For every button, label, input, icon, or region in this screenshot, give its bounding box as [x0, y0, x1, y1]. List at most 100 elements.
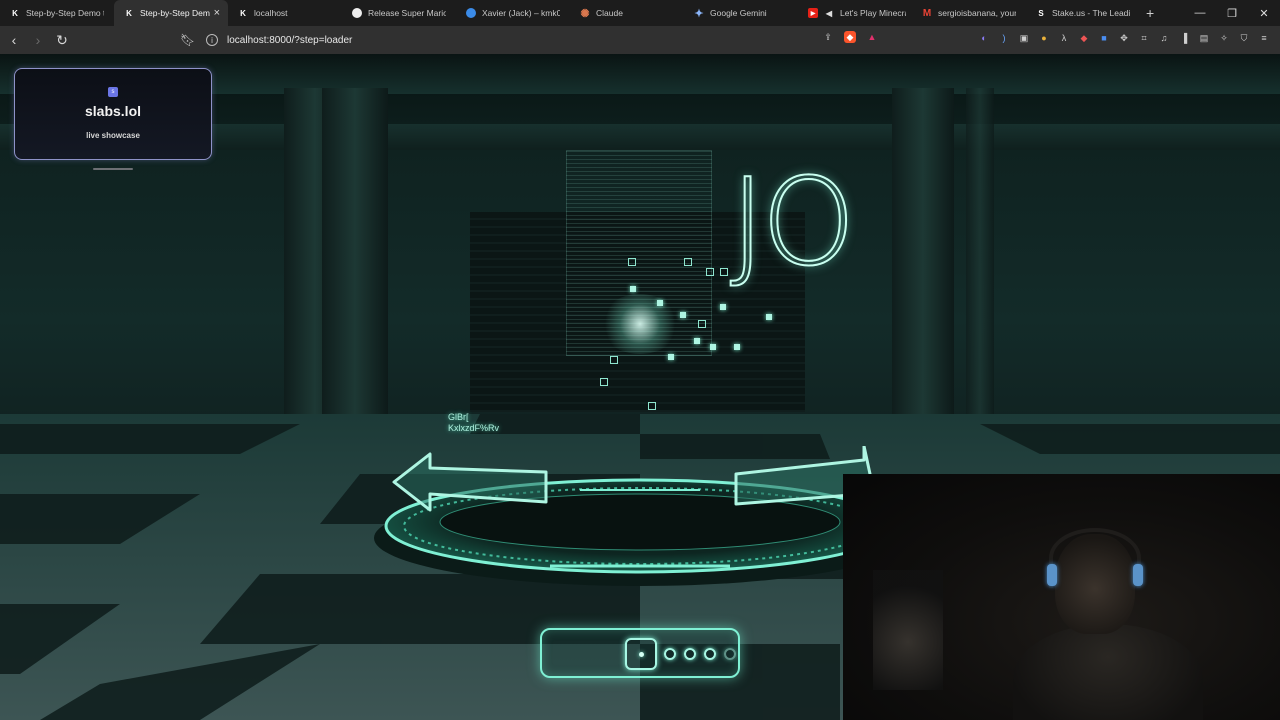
- address-bar-actions: ⇪ ◆ ▲: [822, 31, 878, 43]
- window-controls: — ❐ ✕: [1184, 0, 1280, 26]
- bookmark-icon[interactable]: 🔖︎: [180, 33, 195, 47]
- particle: [710, 344, 716, 350]
- share-icon[interactable]: ⇪: [822, 31, 834, 43]
- particle: [766, 314, 772, 320]
- particle: [720, 268, 728, 276]
- webcam-overlay: [843, 474, 1280, 720]
- platform: [374, 446, 890, 586]
- tab-label: Let's Play Minecraf: [840, 8, 906, 18]
- tab-label: Step-by-Step Demo to: [26, 8, 104, 18]
- brand-underline: [93, 168, 133, 170]
- browser-tab[interactable]: M sergioisbanana, your p: [912, 0, 1026, 26]
- youtube-icon: ▶: [808, 8, 818, 18]
- extension-icon[interactable]: λ: [1058, 32, 1070, 44]
- address-bar[interactable]: i localhost:8000/?step=loader: [200, 30, 890, 50]
- vpn-icon[interactable]: ⛉: [1238, 32, 1250, 44]
- brave-rewards-icon[interactable]: ▲: [866, 31, 878, 43]
- tab-favicon-icon: K: [126, 8, 132, 18]
- reload-icon[interactable]: ↻: [52, 30, 72, 50]
- extension-icon[interactable]: ◐: [978, 32, 990, 44]
- forward-icon[interactable]: ›: [28, 30, 48, 50]
- headset-ear-light: [1133, 564, 1143, 586]
- browser-tab[interactable]: ▶ ◀ Let's Play Minecraf: [798, 0, 912, 26]
- tab-favicon-icon: K: [240, 8, 246, 18]
- brand-card[interactable]: s slabs.lol live showcase: [14, 68, 212, 160]
- webcam-person-body: [1013, 624, 1203, 720]
- particle: [648, 402, 656, 410]
- tab-label: Release Super Mario 6: [368, 8, 446, 18]
- gmail-icon: M: [922, 7, 932, 19]
- browser-tab[interactable]: ✦ Google Gemini: [684, 0, 798, 26]
- media-icon[interactable]: ♫: [1158, 32, 1170, 44]
- browser-tab-active[interactable]: K Step-by-Step Dem ×: [114, 0, 228, 26]
- particle: [734, 344, 740, 350]
- extension-icon[interactable]: ■: [1098, 32, 1110, 44]
- browser-tab[interactable]: K Step-by-Step Demo to: [0, 0, 114, 26]
- restore-icon[interactable]: ❐: [1216, 0, 1248, 26]
- close-tab-icon[interactable]: ×: [214, 7, 220, 19]
- glitch-line: GlBr[: [448, 412, 469, 422]
- headset-icon: [1049, 528, 1141, 588]
- loader-step-dot: [704, 648, 716, 660]
- screenshot-icon[interactable]: ⌗: [1138, 32, 1150, 44]
- browser-toolbar: ‹ › ↻ 🔖︎ i localhost:8000/?step=loader ⇪…: [0, 26, 1280, 54]
- extension-icon[interactable]: ●: [1038, 32, 1050, 44]
- extensions-bar: ◐ ) ▣ ● λ ◆ ■ ✥ ⌗ ♫ ▐ ▤ ✧ ⛉ ≡: [978, 32, 1270, 44]
- tab-label: localhost: [254, 8, 288, 18]
- tab-label: Google Gemini: [710, 8, 767, 18]
- loader-step-dot: [639, 652, 644, 657]
- brand-logo-icon: s: [108, 87, 118, 97]
- menu-icon[interactable]: ≡: [1258, 32, 1270, 44]
- tab-label: Claude: [596, 8, 623, 18]
- loader-progress: [540, 628, 740, 678]
- particle: [694, 338, 700, 344]
- gemini-icon: ✦: [694, 7, 704, 20]
- particle: [698, 320, 706, 328]
- sidebar-icon[interactable]: ▐: [1178, 32, 1190, 44]
- brave-shields-icon[interactable]: ◆: [844, 31, 856, 43]
- extension-icon[interactable]: ◆: [1078, 32, 1090, 44]
- puzzle-icon[interactable]: ✥: [1118, 32, 1130, 44]
- particle: [628, 258, 636, 266]
- tab-label: Stake.us - The Leading: [1052, 8, 1130, 18]
- url-text: localhost:8000/?step=loader: [227, 34, 353, 46]
- tab-favicon-icon: S: [1038, 8, 1044, 18]
- tab-label: Xavier (Jack) – kmk0 –: [482, 8, 560, 18]
- hologram-glow: [600, 294, 680, 354]
- browser-tab[interactable]: S Stake.us - The Leading: [1026, 0, 1140, 26]
- brand-subtitle: live showcase: [86, 131, 140, 140]
- brand-title: slabs.lol: [84, 103, 142, 119]
- audio-playing-icon[interactable]: ◀: [824, 8, 834, 18]
- close-window-icon[interactable]: ✕: [1248, 0, 1280, 26]
- claude-icon: ✺: [580, 7, 590, 20]
- ai-icon[interactable]: ✧: [1218, 32, 1230, 44]
- globe-icon: [466, 8, 476, 18]
- wallet-icon[interactable]: ▤: [1198, 32, 1210, 44]
- particle: [720, 304, 726, 310]
- minimize-icon[interactable]: —: [1184, 0, 1216, 26]
- particle: [630, 286, 636, 292]
- browser-tab[interactable]: Release Super Mario 6: [342, 0, 456, 26]
- webcam-background-object: [873, 570, 943, 690]
- browser-tab[interactable]: ✺ Claude: [570, 0, 684, 26]
- github-icon: [352, 8, 362, 18]
- particle: [600, 378, 608, 386]
- particle: [706, 268, 714, 276]
- loader-step-dot: [724, 648, 736, 660]
- extension-icon[interactable]: ): [998, 32, 1010, 44]
- site-info-icon[interactable]: i: [206, 34, 218, 46]
- browser-tab[interactable]: Xavier (Jack) – kmk0 –: [456, 0, 570, 26]
- scene-canvas[interactable]: JO GlBr[ KxlxzdF%Rv s slabs.lol live sho…: [0, 54, 1280, 720]
- glitch-line: KxlxzdF%Rv: [448, 423, 500, 433]
- browser-tab[interactable]: K localhost: [228, 0, 342, 26]
- extension-icon[interactable]: ▣: [1018, 32, 1030, 44]
- particle: [680, 312, 686, 318]
- hologram-letters: JO: [729, 154, 857, 293]
- back-icon[interactable]: ‹: [4, 30, 24, 50]
- new-tab-icon[interactable]: +: [1146, 5, 1154, 21]
- tab-label: sergioisbanana, your p: [938, 8, 1016, 18]
- tab-strip: K Step-by-Step Demo to K Step-by-Step De…: [0, 0, 1280, 26]
- particle: [610, 356, 618, 364]
- loader-step-dot: [664, 648, 676, 660]
- particle: [684, 258, 692, 266]
